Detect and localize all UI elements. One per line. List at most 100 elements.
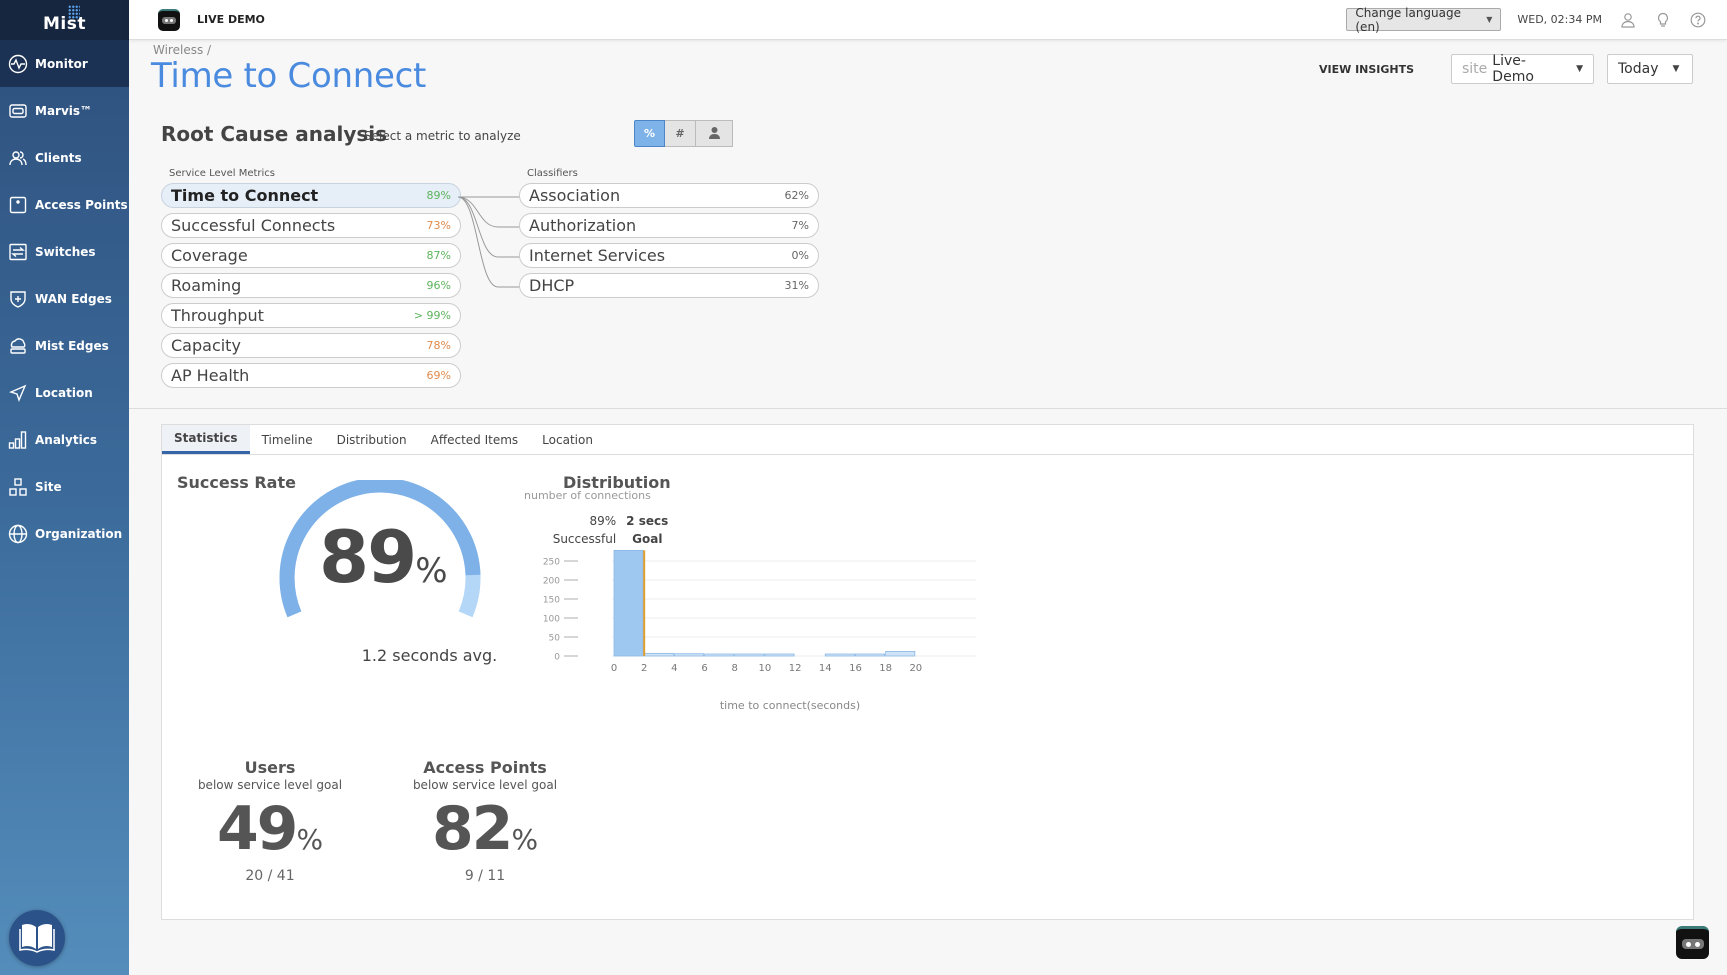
user-icon[interactable] [1619,11,1637,29]
top-header: LIVE DEMO Change language (en) ▼ WED, 02… [129,0,1727,40]
count-toggle[interactable]: # [665,120,696,147]
x-tick-label: 10 [759,663,772,674]
user-toggle[interactable] [696,120,733,147]
access-point-icon [8,195,28,215]
sidebar-item-label: WAN Edges [35,291,112,306]
metric-throughput[interactable]: Throughput > 99% [161,303,461,328]
sidebar-item-marvis[interactable]: Marvis™ [0,87,129,134]
histogram-bar [704,653,735,657]
users-number: 49 [216,794,298,864]
chevron-down-icon: ▼ [1672,64,1680,74]
classifiers-label: Classifiers [527,168,578,179]
access-points-number: 82 [431,794,513,864]
percent-symbol: % [415,551,448,591]
metric-roaming[interactable]: Roaming 96% [161,273,461,298]
sidebar-item-label: Location [35,385,93,400]
sidebar-item-clients[interactable]: Clients [0,134,129,181]
sidebar-item-site[interactable]: Site [0,463,129,510]
percent-symbol: % [296,823,324,856]
x-tick-label: 8 [732,663,738,674]
sidebar-item-label: Mist Edges [35,338,109,353]
sidebar-item-wan-edges[interactable]: WAN Edges [0,275,129,322]
metric-label: Coverage [171,246,248,265]
histogram-bar [734,653,765,657]
x-tick-label: 20 [909,663,922,674]
wan-edge-icon [8,289,28,309]
histogram-bar [643,652,674,657]
mist-logo[interactable]: Mist [0,0,129,40]
metric-capacity[interactable]: Capacity 78% [161,333,461,358]
tab-location[interactable]: Location [530,425,605,454]
access-points-ratio: 9 / 11 [464,868,506,884]
sidebar-item-label: Organization [35,526,123,541]
percent-symbol: % [511,823,539,856]
classifier-association[interactable]: Association 62% [519,183,819,208]
access-points-title: Access Points [423,758,547,777]
sidebar-item-analytics[interactable]: Analytics [0,416,129,463]
histogram-bar [824,653,855,657]
metric-mode-toggle: % # [634,120,733,147]
rca-title: Root Cause analysis [161,122,388,146]
view-insights-link[interactable]: VIEW INSIGHTS [1319,63,1414,76]
chevron-down-icon: ▼ [1576,64,1583,74]
histogram-bar [885,651,916,657]
classifier-authorization[interactable]: Authorization 7% [519,213,819,238]
lightbulb-icon[interactable] [1654,11,1672,29]
analytics-icon [8,430,28,450]
metric-value: > 99% [413,309,451,322]
breadcrumb[interactable]: Wireless / [153,43,211,57]
chevron-down-icon: ▼ [1486,15,1493,24]
classifier-label: DHCP [529,276,575,295]
sidebar-item-mist-edges[interactable]: Mist Edges [0,322,129,369]
x-tick-label: 18 [879,663,892,674]
connector-line [458,196,522,288]
date-range-select[interactable]: Today ▼ [1607,54,1693,84]
x-tick-label: 2 [641,663,647,674]
sidebar-item-label: Site [35,479,62,494]
classifier-label: Internet Services [529,246,666,265]
sidebar-item-access-points[interactable]: Access Points [0,181,129,228]
service-level-metrics: Time to Connect 89% Successful Connects … [161,183,461,393]
classifier-internet-services[interactable]: Internet Services 0% [519,243,819,268]
marvis-chat-button[interactable] [1676,926,1709,959]
users-kpi: Users below service level goal 49% 20 / … [185,758,355,884]
sidebar-item-monitor[interactable]: Monitor [0,40,129,87]
classifier-dhcp[interactable]: DHCP 31% [519,273,819,298]
users-title: Users [244,758,296,777]
clients-icon [8,148,28,168]
page-title: Time to Connect [151,56,427,96]
metric-label: AP Health [171,366,250,385]
x-tick-label: 14 [819,663,832,674]
x-tick-label: 4 [671,663,677,674]
documentation-button[interactable] [9,910,65,966]
classifier-label: Association [529,186,621,205]
metric-successful-connects[interactable]: Successful Connects 73% [161,213,461,238]
classifier-value: 62% [784,189,809,202]
histogram-bar [764,653,795,657]
percent-toggle[interactable]: % [634,120,665,147]
sidebar-item-switches[interactable]: Switches [0,228,129,275]
tab-timeline[interactable]: Timeline [250,425,325,454]
metric-ap-health[interactable]: AP Health 69% [161,363,461,388]
metric-value: 89% [426,189,451,202]
metric-coverage[interactable]: Coverage 87% [161,243,461,268]
tab-statistics[interactable]: Statistics [162,425,250,454]
metric-classifier-connectors [458,196,522,288]
y-tick-label: 200 [543,577,560,587]
marvis-logo-icon[interactable] [158,8,180,31]
user-icon [708,126,721,142]
monitor-icon [8,54,28,74]
language-select-value: Change language (en) [1355,5,1462,34]
language-select[interactable]: Change language (en) ▼ [1346,5,1502,34]
tab-affected-items[interactable]: Affected Items [419,425,531,454]
metric-time-to-connect[interactable]: Time to Connect 89% [161,183,461,208]
mist-edge-icon [8,336,28,356]
sidebar-item-location[interactable]: Location [0,369,129,416]
site-select[interactable]: site Live-Demo ▼ [1451,53,1594,85]
site-select-prefix: site [1462,61,1488,77]
help-icon[interactable] [1689,11,1707,29]
tab-distribution[interactable]: Distribution [325,425,419,454]
x-axis-label: time to connect(seconds) [720,699,860,712]
users-subtitle: below service level goal [197,778,343,792]
sidebar-item-organization[interactable]: Organization [0,510,129,557]
